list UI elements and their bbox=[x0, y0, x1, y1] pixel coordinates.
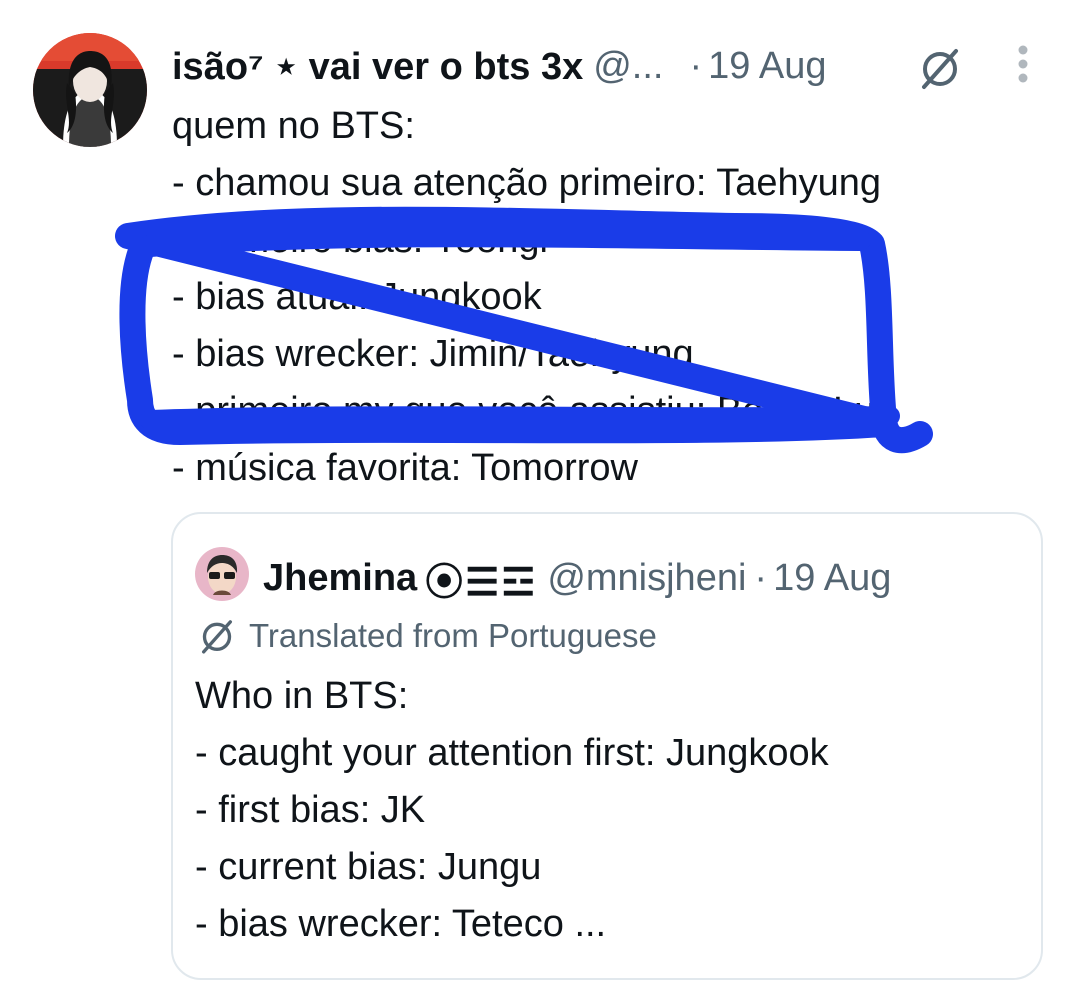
tweet-text: quem no BTS: - chamou sua atenção primei… bbox=[172, 98, 894, 497]
translate-icon bbox=[202, 620, 232, 654]
tweet-date[interactable]: 19 Aug bbox=[708, 45, 826, 88]
tweet-header: isão⁷ ⋆ vai ver o bts 3x @... · 19 Aug bbox=[172, 40, 826, 92]
quoted-display-name[interactable]: Jhemina bbox=[263, 557, 417, 600]
tweet-line: - bias wrecker: Jimin/Taehyung bbox=[172, 333, 694, 375]
quoted-avatar-image bbox=[195, 547, 249, 601]
tweet-line: - primeiro bias: Yoongi bbox=[172, 219, 548, 261]
tweet-line: - chamou sua atenção primeiro: Taehyung bbox=[172, 162, 882, 204]
author-handle[interactable]: @... bbox=[593, 45, 663, 88]
translated-label: Translated from Portuguese bbox=[249, 617, 657, 654]
translated-notice: Translated from Portuguese bbox=[197, 616, 657, 656]
quoted-header: Jhemina ⦿☰☲ @mnisjheni · 19 Aug bbox=[263, 551, 891, 606]
quoted-handle[interactable]: @mnisjheni bbox=[547, 557, 746, 600]
quoted-name-symbols: ⦿☰☲ bbox=[425, 562, 538, 604]
quoted-line: - caught your attention first: Jungkook bbox=[195, 732, 829, 774]
quoted-line: - current bias: Jungu bbox=[195, 846, 542, 888]
quoted-text: Who in BTS: - caught your attention firs… bbox=[195, 668, 829, 953]
translate-icon bbox=[922, 49, 958, 89]
quoted-line: - first bias: JK bbox=[195, 789, 426, 831]
author-display-name[interactable]: isão⁷ ⋆ vai ver o bts 3x bbox=[172, 44, 583, 89]
more-vertical-icon bbox=[1018, 45, 1028, 83]
separator-dot: · bbox=[689, 44, 703, 87]
avatar-image bbox=[33, 33, 147, 147]
tweet-line: quem no BTS: bbox=[172, 105, 415, 147]
tweet-line: - bias atual: Jungkook bbox=[172, 276, 542, 318]
quoted-line: Who in BTS: bbox=[195, 675, 409, 717]
tweet-line: - primeiro mv que você assistiu: Boy in … bbox=[172, 390, 895, 432]
quoted-date[interactable]: 19 Aug bbox=[773, 557, 891, 600]
avatar[interactable] bbox=[33, 33, 147, 147]
quoted-line: - bias wrecker: Teteco ... bbox=[195, 903, 607, 945]
quoted-tweet[interactable]: Jhemina ⦿☰☲ @mnisjheni · 19 Aug Translat… bbox=[171, 512, 1043, 980]
quoted-avatar[interactable] bbox=[195, 547, 249, 601]
quoted-separator-dot: · bbox=[754, 557, 768, 599]
tweet-line: - música favorita: Tomorrow bbox=[172, 447, 638, 489]
translate-button[interactable] bbox=[916, 44, 964, 92]
more-options-button[interactable] bbox=[1008, 40, 1038, 90]
tweet[interactable]: isão⁷ ⋆ vai ver o bts 3x @... · 19 Aug q… bbox=[0, 0, 1080, 1002]
